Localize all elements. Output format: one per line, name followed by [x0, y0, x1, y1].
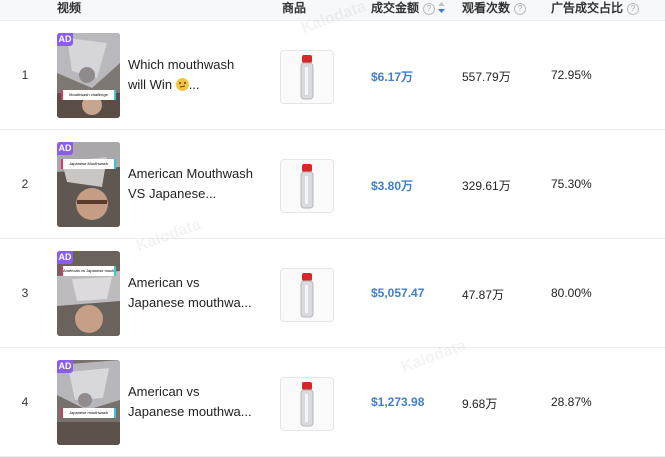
header-views[interactable]: 观看次数? [462, 0, 527, 20]
video-title-line2: Japanese mouthwa... [128, 295, 252, 310]
ad-sales-ratio: 72.95% [551, 68, 592, 82]
help-icon[interactable]: ? [423, 3, 436, 15]
view-count: 9.68万 [462, 397, 498, 411]
ad-badge: AD [57, 360, 73, 373]
video-title-line1: American vs [128, 384, 200, 399]
ad-sales-ratio: 28.87% [551, 395, 592, 409]
product-image[interactable] [280, 377, 334, 431]
table-row[interactable]: 4 AD Japanese mouthwash American vs Japa… [0, 337, 665, 457]
header-product: 商品 [282, 0, 306, 20]
header-product-label: 商品 [282, 1, 307, 15]
video-thumbnail[interactable]: AD Japanese Mouthwash [57, 142, 120, 227]
sales-amount: $5,057.47 [371, 286, 425, 300]
ad-badge: AD [57, 33, 73, 46]
video-thumbnail[interactable]: AD American vs Japanese mouthwash [57, 251, 120, 336]
sales-amount: $3.80万 [371, 179, 414, 193]
video-title-line1: American Mouthwash [128, 166, 253, 181]
video-title-ellipsis: ... [188, 77, 200, 92]
video-caption: Mouthwash challenge [61, 90, 116, 100]
header-amount[interactable]: 成交金额? [371, 0, 446, 20]
ad-badge: AD [57, 142, 73, 155]
video-caption: Japanese mouthwash [61, 408, 116, 418]
header-video-label: 视频 [57, 1, 82, 15]
header-video: 视频 [57, 0, 81, 20]
view-count: 557.79万 [462, 70, 511, 84]
header-ad-ratio[interactable]: 广告成交占比? [551, 0, 640, 20]
video-title-line2: Japanese mouthwa... [128, 404, 252, 419]
mouthwash-bottle-icon [300, 164, 314, 209]
product-image[interactable] [280, 50, 334, 104]
product-image[interactable] [280, 159, 334, 213]
table-row[interactable]: 3 AD American vs Japanese mouthwash Amer… [0, 216, 665, 348]
video-title[interactable]: American vs Japanese mouthwa... [128, 382, 258, 422]
video-caption: Japanese Mouthwash [61, 159, 116, 169]
table-row[interactable]: 2 AD Japanese Mouthwash American Mouthwa… [0, 130, 665, 239]
mouthwash-bottle-icon [300, 55, 314, 100]
help-icon[interactable]: ? [627, 3, 640, 15]
rank-number: 4 [21, 395, 29, 409]
sales-amount: $6.17万 [371, 70, 414, 84]
video-title[interactable]: Which mouthwash will Win ... [128, 55, 258, 95]
header-ad-ratio-label: 广告成交占比 [551, 1, 624, 15]
video-title-line1: Which mouthwash [128, 57, 235, 72]
header-views-label: 观看次数 [462, 1, 511, 15]
view-count: 329.61万 [462, 179, 511, 193]
mouthwash-bottle-icon [300, 273, 314, 318]
video-title-line2: VS Japanese... [128, 186, 217, 201]
video-title-line1: American vs [128, 275, 200, 290]
video-title[interactable]: American vs Japanese mouthwa... [128, 273, 258, 313]
video-title[interactable]: American Mouthwash VS Japanese... [128, 164, 258, 204]
video-thumbnail[interactable]: AD Mouthwash challenge [57, 33, 120, 118]
ad-sales-ratio: 75.30% [551, 177, 592, 191]
help-icon[interactable]: ? [514, 3, 527, 15]
thinking-face-emoji-icon [175, 78, 189, 91]
sales-amount: $1,273.98 [371, 395, 425, 409]
rank-number: 3 [21, 286, 29, 300]
rank-number: 1 [21, 68, 29, 82]
video-title-line2: will Win [128, 77, 173, 92]
table-row[interactable]: 1 AD Mouthwash challenge Which mouthwash… [0, 0, 665, 130]
product-image[interactable] [280, 268, 334, 322]
mouthwash-bottle-icon [300, 382, 314, 427]
rank-number: 2 [21, 177, 29, 191]
video-thumbnail[interactable]: AD Japanese mouthwash [57, 360, 120, 445]
video-caption: American vs Japanese mouthwash [61, 266, 116, 276]
header-amount-label: 成交金额 [371, 1, 420, 15]
view-count: 47.87万 [462, 288, 505, 302]
sort-icon[interactable] [438, 1, 446, 17]
ad-sales-ratio: 80.00% [551, 286, 592, 300]
ad-badge: AD [57, 251, 73, 264]
